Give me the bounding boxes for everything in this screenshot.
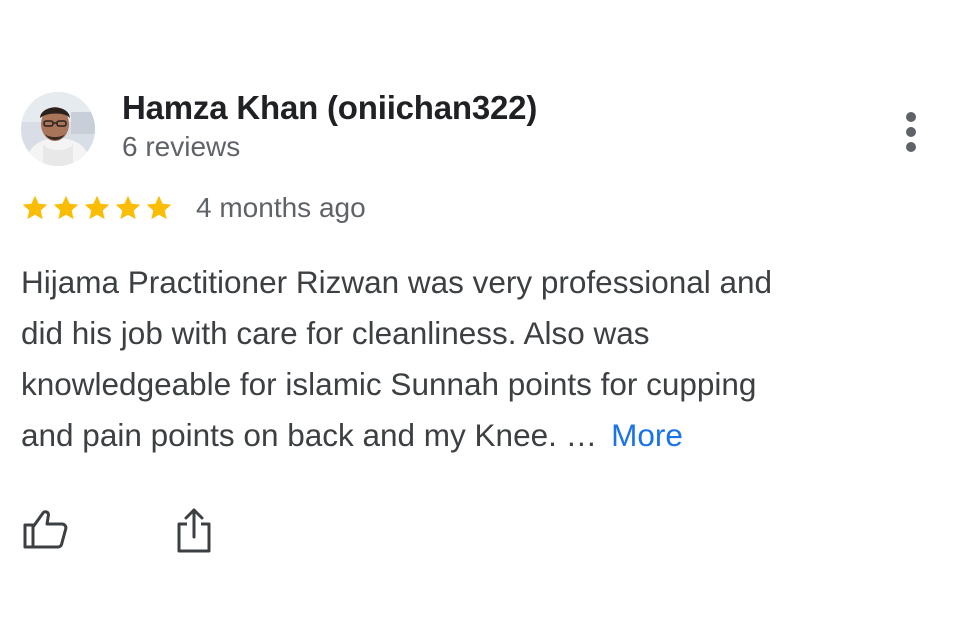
review-text-line: and pain points on back and my Knee. … — [21, 417, 598, 453]
review-text-line-last: and pain points on back and my Knee. … Mo… — [21, 410, 921, 461]
more-link[interactable]: More — [611, 417, 683, 453]
review-card: Hamza Khan (oniichan322) 6 reviews 4 mon… — [0, 0, 960, 629]
star-rating — [20, 191, 174, 225]
share-button[interactable] — [170, 505, 218, 553]
review-text-line: Hijama Practitioner Rizwan was very prof… — [21, 264, 773, 300]
star-icon — [146, 195, 172, 220]
star-icon — [53, 195, 79, 220]
thumbs-up-icon — [23, 510, 68, 549]
review-text-line: did his job with care for cleanliness. A… — [21, 315, 650, 351]
review-date: 4 months ago — [196, 192, 366, 223]
avatar[interactable] — [21, 92, 95, 166]
review-text-line: knowledgeable for islamic Sunnah points … — [21, 366, 757, 402]
author-review-count[interactable]: 6 reviews — [122, 131, 240, 163]
author-name[interactable]: Hamza Khan (oniichan322) — [122, 89, 537, 127]
star-icon — [22, 195, 48, 220]
like-button[interactable] — [22, 505, 70, 553]
more-options-button[interactable] — [894, 108, 930, 156]
star-icon — [115, 195, 141, 220]
review-text: Hijama Practitioner Rizwan was very prof… — [21, 257, 921, 461]
avatar-photo-icon — [21, 92, 95, 166]
star-icon — [84, 195, 110, 220]
share-icon — [177, 508, 211, 553]
